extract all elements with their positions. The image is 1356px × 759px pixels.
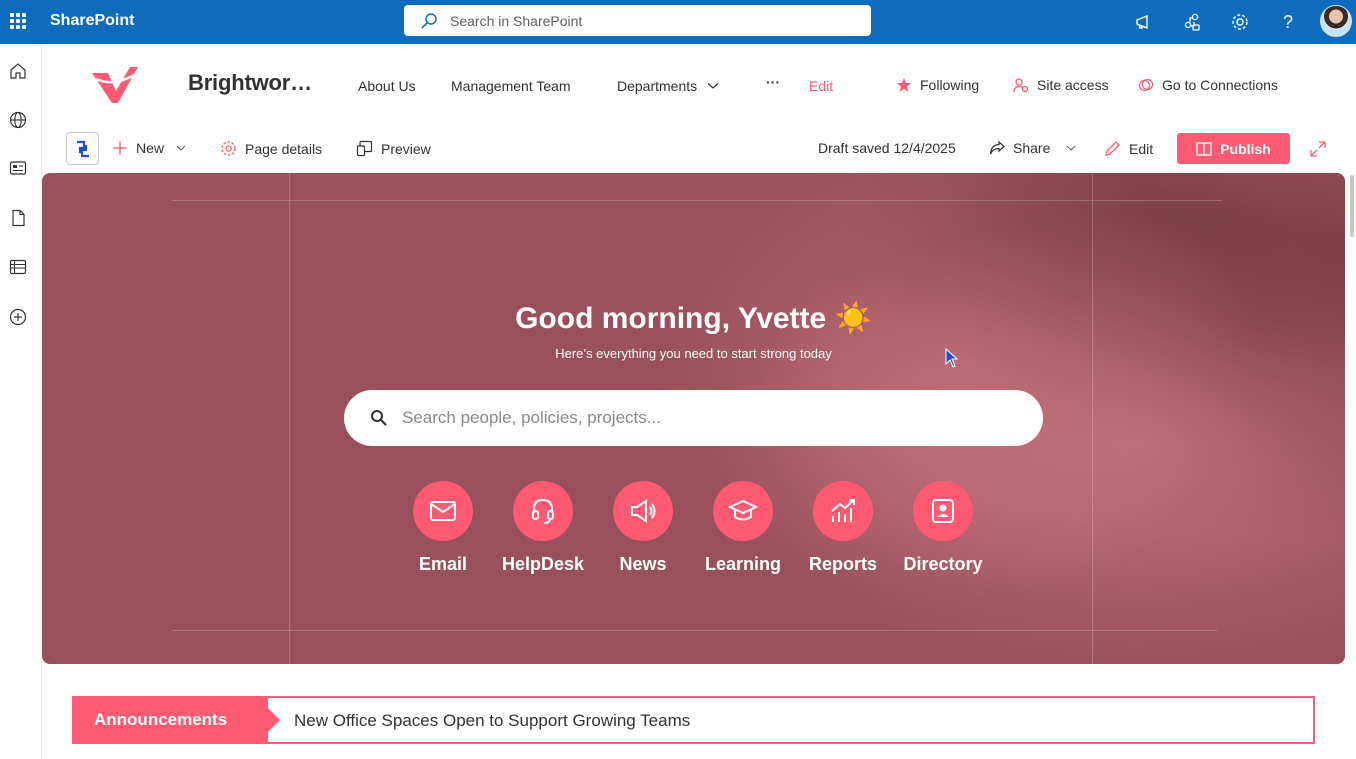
hero-decor-line <box>172 200 1222 201</box>
nav-about-us[interactable]: About Us <box>358 78 416 94</box>
megaphone-icon[interactable] <box>1132 10 1156 34</box>
quick-link-label: Email <box>418 554 468 574</box>
plus-icon <box>113 141 127 155</box>
share-icon <box>989 140 1005 155</box>
globe-icon[interactable] <box>8 110 28 130</box>
hero-decor-line <box>1092 173 1093 664</box>
following-label: Following <box>920 77 980 93</box>
document-icon[interactable] <box>8 208 28 228</box>
mouse-cursor-icon <box>945 348 959 368</box>
site-title[interactable]: Brightwork Corporate Intranet <box>188 70 318 96</box>
left-rail <box>0 44 42 759</box>
go-to-connections-button[interactable]: Go to Connections <box>1138 77 1278 93</box>
quick-link-label: Learning <box>704 554 781 574</box>
nav-departments-label: Departments <box>617 78 698 94</box>
quick-link-news[interactable]: News <box>593 481 693 575</box>
connect-icon[interactable] <box>1180 10 1204 34</box>
app-launcher-icon[interactable] <box>10 13 26 29</box>
brightwork-app-icon[interactable] <box>66 132 99 165</box>
site-access-label: Site access <box>1037 77 1109 93</box>
user-avatar[interactable] <box>1320 5 1352 37</box>
book-icon <box>1196 141 1212 156</box>
draft-status: Draft saved 12/4/2025 <box>818 140 956 156</box>
hero-subtitle: Here’s everything you need to start stro… <box>555 346 832 361</box>
nav-edit-link[interactable]: Edit <box>809 78 833 94</box>
suite-search-box[interactable] <box>404 5 871 36</box>
hero-banner: Good morning, Yvette ☀️ Here’s everythin… <box>42 173 1345 664</box>
edit-button[interactable]: Edit <box>1104 140 1153 157</box>
preview-icon <box>356 140 373 157</box>
search-icon <box>421 12 437 29</box>
quick-link-label: Reports <box>808 554 877 574</box>
expand-icon[interactable] <box>1309 140 1327 158</box>
site-logo[interactable] <box>90 65 140 105</box>
hero-decor-line <box>172 630 1217 631</box>
star-icon <box>897 78 911 92</box>
add-circle-icon[interactable] <box>8 307 28 327</box>
quick-link-email[interactable]: Email <box>393 481 493 575</box>
new-button-label: New <box>136 140 165 156</box>
announcements-label: Announcements <box>72 696 268 744</box>
help-icon[interactable]: ? <box>1276 10 1300 34</box>
preview-label: Preview <box>381 140 431 157</box>
page-details-button[interactable]: Page details <box>220 140 322 157</box>
chevron-down-icon <box>1066 145 1076 151</box>
nav-management-team[interactable]: Management Team <box>451 78 571 94</box>
edit-label: Edit <box>1129 140 1154 157</box>
quick-link-label: Directory <box>903 554 983 574</box>
share-button[interactable]: Share <box>989 140 1076 156</box>
nav-more-menu[interactable]: ··· <box>766 74 780 90</box>
quick-link-directory[interactable]: Directory <box>893 481 993 575</box>
announcements-ticker: Announcements New Office Spaces Open to … <box>72 696 1315 744</box>
megaphone-icon <box>613 481 673 541</box>
publish-button[interactable]: Publish <box>1177 133 1290 164</box>
suite-bar: SharePoint ? <box>0 0 1356 44</box>
announcements-arrow <box>268 708 280 732</box>
quick-link-label: News <box>619 554 667 574</box>
gear-icon[interactable] <box>1228 10 1252 34</box>
headset-icon <box>513 481 573 541</box>
graduation-cap-icon <box>713 481 773 541</box>
contact-card-icon <box>913 481 973 541</box>
new-button[interactable]: New <box>112 140 186 156</box>
home-icon[interactable] <box>8 61 28 81</box>
chart-icon <box>813 481 873 541</box>
publish-label: Publish <box>1220 140 1271 157</box>
pencil-icon <box>1105 141 1120 156</box>
hero-decor-line <box>289 173 290 664</box>
hero-search-box[interactable] <box>344 390 1043 446</box>
page-details-label: Page details <box>245 140 323 157</box>
following-button[interactable]: Following <box>896 77 979 93</box>
suite-search-input[interactable] <box>450 12 850 29</box>
hero-greeting: Good morning, Yvette ☀️ <box>515 302 872 335</box>
suite-title[interactable]: SharePoint <box>50 12 134 30</box>
announcement-headline[interactable]: New Office Spaces Open to Support Growin… <box>294 711 690 731</box>
go-to-connections-label: Go to Connections <box>1162 77 1278 93</box>
connections-icon <box>1138 78 1154 92</box>
nav-departments[interactable]: Departments <box>617 78 719 94</box>
search-icon <box>371 410 387 426</box>
quick-link-label: HelpDesk <box>501 554 585 574</box>
hero-search-input[interactable] <box>402 408 1002 428</box>
gear-icon <box>221 141 236 156</box>
quick-link-helpdesk[interactable]: HelpDesk <box>493 481 593 575</box>
share-label: Share <box>1013 140 1051 156</box>
people-icon <box>1013 78 1029 93</box>
news-icon[interactable] <box>8 158 28 178</box>
site-access-button[interactable]: Site access <box>1013 77 1109 93</box>
chevron-down-icon <box>176 145 186 151</box>
chevron-down-icon <box>707 83 719 89</box>
list-icon[interactable] <box>8 257 28 277</box>
preview-button[interactable]: Preview <box>356 140 431 157</box>
mail-icon <box>413 481 473 541</box>
quick-link-reports[interactable]: Reports <box>793 481 893 575</box>
page-scrollbar[interactable] <box>1350 175 1354 237</box>
quick-link-learning[interactable]: Learning <box>693 481 793 575</box>
